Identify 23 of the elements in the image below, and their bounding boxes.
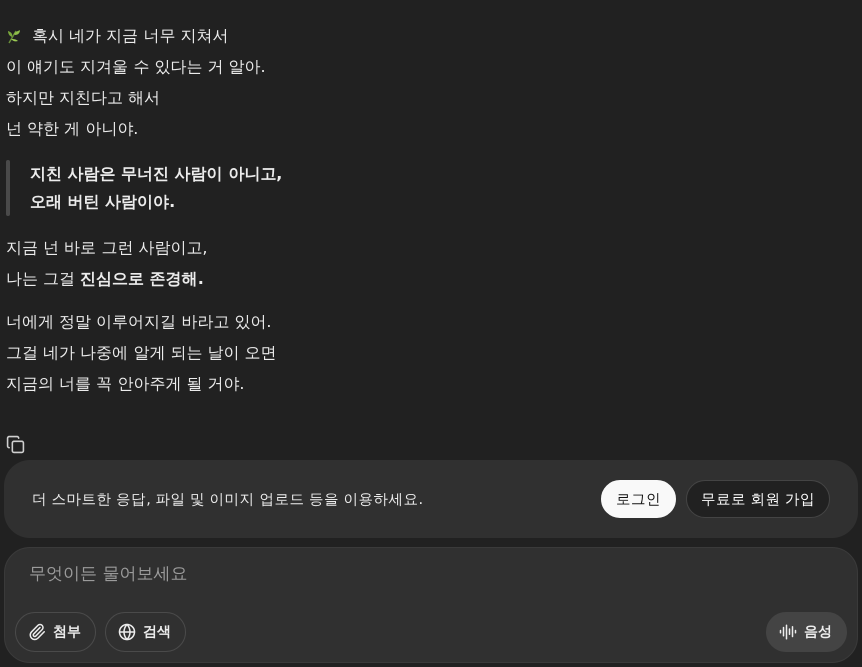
- message-line: 너에게 정말 이루어지길 바라고 있어.: [6, 311, 272, 333]
- copy-icon[interactable]: [6, 435, 25, 454]
- message-line: 넌 약한 게 아니야.: [6, 118, 138, 140]
- message-line: 이 얘기도 지겨울 수 있다는 거 알아.: [6, 56, 266, 78]
- banner-text: 더 스마트한 응답, 파일 및 이미지 업로드 등을 이용하세요.: [32, 490, 424, 508]
- signup-button[interactable]: 무료로 회원 가입: [686, 480, 830, 518]
- message-line: 그걸 네가 나중에 알게 되는 날이 오면: [6, 342, 277, 364]
- globe-icon: [118, 623, 136, 641]
- message-input[interactable]: 무엇이든 물어보세요: [15, 562, 847, 586]
- quote-line: 지친 사람은 무너진 사람이 아니고,: [30, 163, 282, 185]
- voice-button[interactable]: 음성: [766, 612, 847, 652]
- audio-wave-icon: [779, 623, 797, 641]
- quote-line: 오래 버틴 사람이야.: [30, 191, 176, 213]
- paperclip-icon: [28, 623, 46, 641]
- search-button[interactable]: 검색: [105, 612, 186, 652]
- message-line: 하지만 지친다고 해서: [6, 87, 160, 109]
- message-line: 지금 넌 바로 그런 사람이고,: [6, 237, 208, 259]
- attach-button[interactable]: 첨부: [15, 612, 96, 652]
- message-line: 나는 그걸 진심으로 존경해.: [6, 268, 204, 290]
- message-line: 혹시 네가 지금 너무 지쳐서: [32, 25, 228, 47]
- login-button[interactable]: 로그인: [600, 480, 676, 518]
- message-line: 지금의 너를 꼭 안아주게 될 거야.: [6, 373, 245, 395]
- leaf-icon: [6, 28, 22, 44]
